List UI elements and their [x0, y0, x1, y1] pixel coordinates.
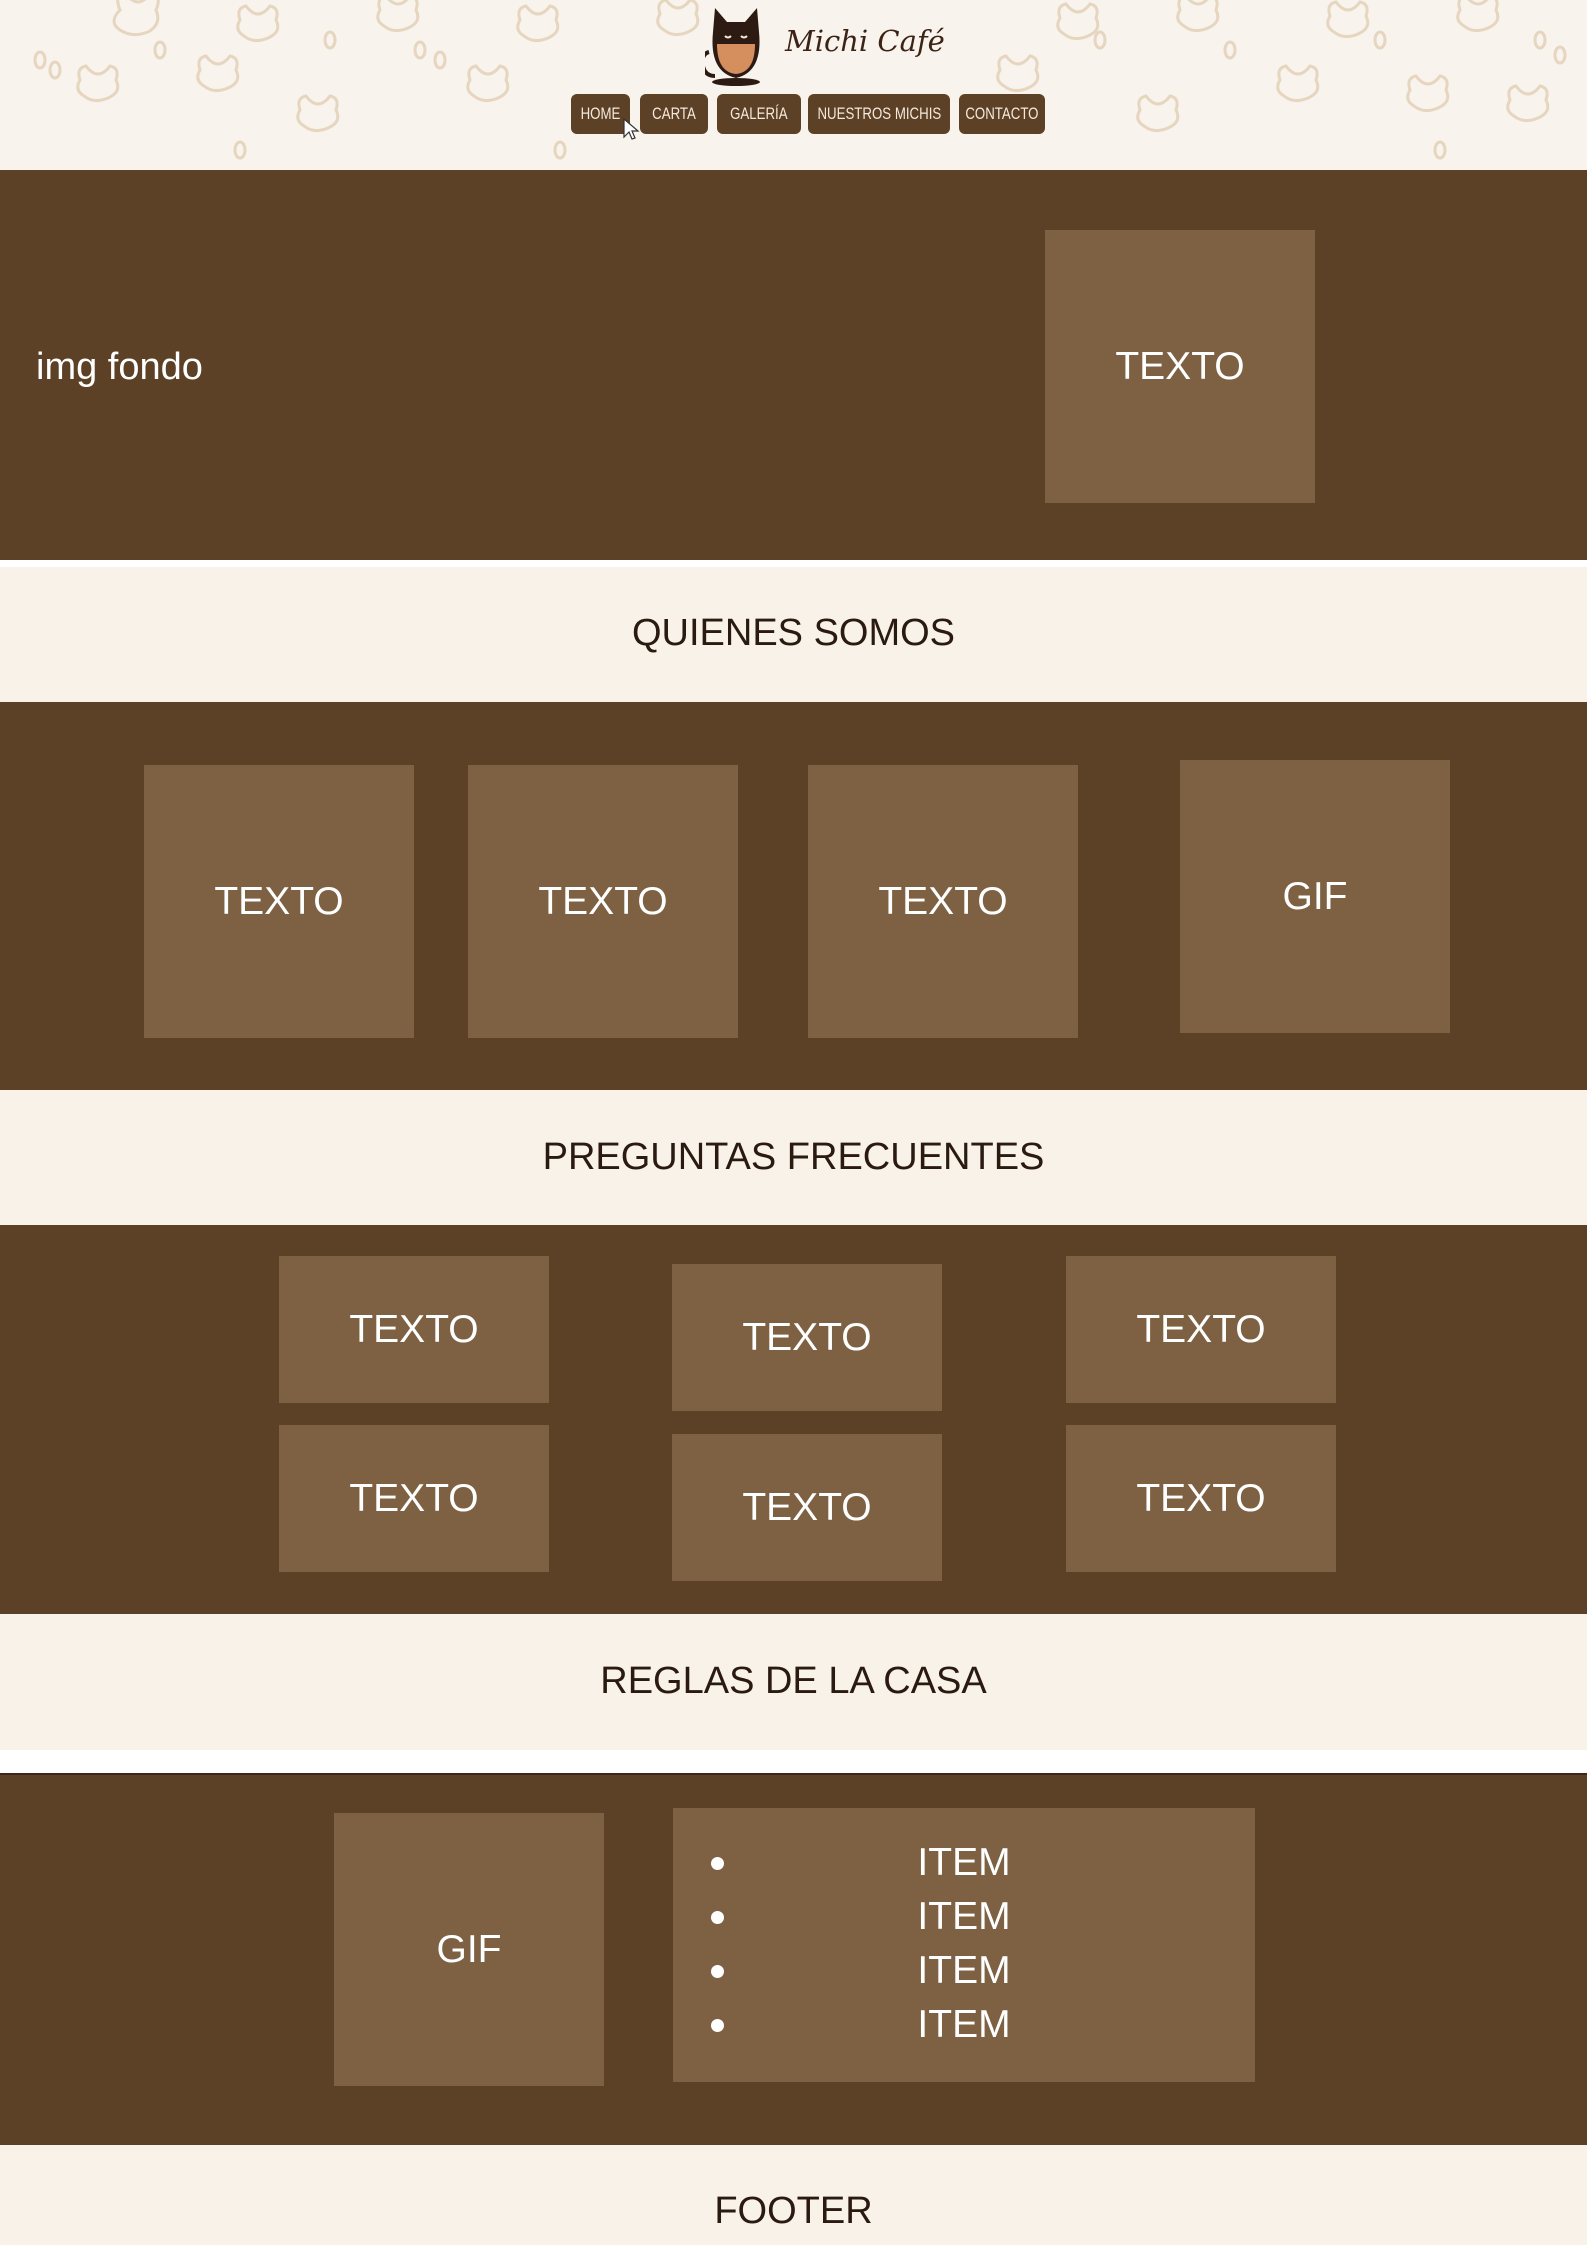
about-heading: QUIENES SOMOS	[631, 612, 956, 654]
bullet-icon	[711, 2019, 724, 2032]
faq-box-2: TEXTO	[672, 1264, 942, 1411]
faq-box-6: TEXTO	[1066, 1425, 1336, 1572]
nav-galeria[interactable]: GALERÍA	[717, 94, 801, 134]
rules-heading-band: REGLAS DE LA CASA	[0, 1614, 1587, 1750]
about-text-box-3: TEXTO	[808, 765, 1078, 1038]
hero-background-placeholder: img fondo	[36, 346, 203, 388]
rules-heading: REGLAS DE LA CASA	[600, 1660, 987, 1702]
rules-list-item: ITEM	[673, 1944, 1255, 1998]
faq-box-4: TEXTO	[279, 1425, 549, 1572]
about-text-box-1: TEXTO	[144, 765, 414, 1038]
site-header: Michi Café HOME CARTA GALERÍA NUESTROS M…	[0, 0, 1587, 170]
nav-contacto[interactable]: CONTACTO	[959, 94, 1045, 134]
rules-gif-box: GIF	[334, 1813, 604, 2086]
footer-label: FOOTER	[714, 2190, 873, 2232]
hero-text-box: TEXTO	[1045, 230, 1315, 503]
rules-list-item: ITEM	[673, 1998, 1255, 2052]
brand-name[interactable]: Michi Café	[785, 24, 945, 58]
faq-box-5: TEXTO	[672, 1434, 942, 1581]
site-footer: FOOTER	[0, 2145, 1587, 2245]
bullet-icon	[711, 1965, 724, 1978]
rules-list-item: ITEM	[673, 1836, 1255, 1890]
bullet-icon	[711, 1911, 724, 1924]
nav-carta[interactable]: CARTA	[640, 94, 708, 134]
about-gif-box: GIF	[1180, 760, 1450, 1033]
faq-box-3: TEXTO	[1066, 1256, 1336, 1403]
about-heading-band: QUIENES SOMOS	[0, 567, 1587, 702]
faq-box-1: TEXTO	[279, 1256, 549, 1403]
mouse-pointer-icon	[623, 117, 640, 140]
nav-nuestros-michis[interactable]: NUESTROS MICHIS	[808, 94, 950, 134]
rules-list-box: ITEM ITEM ITEM ITEM	[673, 1808, 1255, 2082]
rules-list-item: ITEM	[673, 1890, 1255, 1944]
cat-cup-logo-icon[interactable]	[705, 2, 767, 86]
about-text-box-2: TEXTO	[468, 765, 738, 1038]
faq-heading: PREGUNTAS FRECUENTES	[542, 1136, 1045, 1178]
rules-list: ITEM ITEM ITEM ITEM	[673, 1808, 1255, 2052]
faq-heading-band: PREGUNTAS FRECUENTES	[0, 1090, 1587, 1225]
hero-section	[0, 170, 1587, 560]
bullet-icon	[711, 1857, 724, 1870]
